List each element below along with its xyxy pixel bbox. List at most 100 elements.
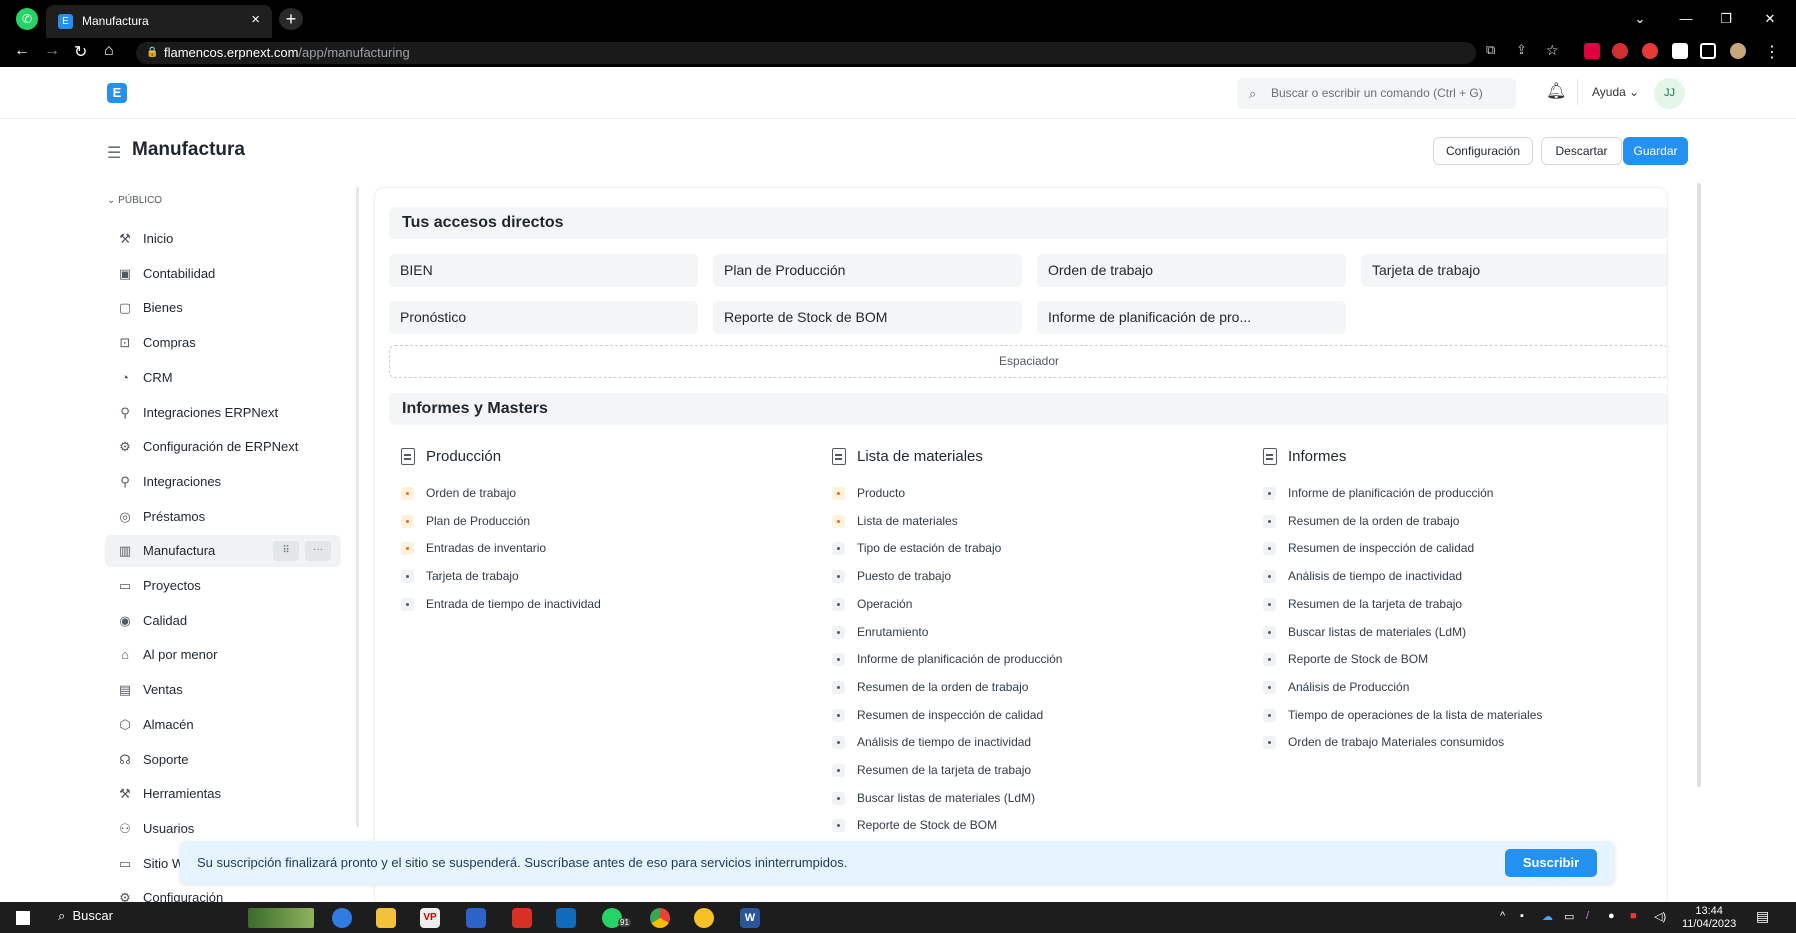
discard-button[interactable]: Descartar: [1541, 137, 1622, 165]
weather-widget-icon[interactable]: [248, 908, 314, 928]
sidebar-item[interactable]: ⚒ Inicio: [105, 223, 341, 255]
shortcut-tile[interactable]: Informe de planificación de pro...: [1037, 301, 1346, 334]
report-link-label: Resumen de la orden de trabajo: [1288, 513, 1460, 528]
new-tab-button[interactable]: +: [279, 8, 303, 30]
tools-icon: ⚒: [119, 231, 131, 246]
bluetooth-tray-icon[interactable]: ●: [1608, 910, 1615, 922]
anydesk-icon[interactable]: [512, 908, 532, 928]
indicator-gray-icon: [1263, 653, 1276, 667]
indicator-orange-icon: [401, 514, 414, 528]
taskbar-search[interactable]: ⌕ Buscar: [58, 908, 113, 924]
windows-start-icon[interactable]: [16, 911, 30, 925]
shortcut-tile[interactable]: Plan de Producción: [713, 254, 1022, 287]
extensions-puzzle-icon[interactable]: [1672, 43, 1688, 59]
home-icon[interactable]: ⌂: [104, 42, 114, 60]
vp-app-icon[interactable]: VP: [420, 908, 440, 928]
remote-desktop-icon[interactable]: [466, 908, 486, 928]
save-button[interactable]: Guardar: [1623, 137, 1688, 165]
network-tray-icon[interactable]: ▭: [1564, 910, 1574, 923]
sidebar-scrollbar[interactable]: [356, 187, 359, 827]
outlook-icon[interactable]: [556, 908, 576, 928]
settings-button[interactable]: Configuración: [1433, 137, 1533, 165]
close-window-icon[interactable]: ✕: [1750, 0, 1790, 38]
word-icon[interactable]: W: [740, 908, 760, 928]
sidebar-item[interactable]: ▤ Ventas: [105, 674, 341, 706]
sidebar-item[interactable]: ⚒ Herramientas: [105, 778, 341, 810]
notifications-icon[interactable]: ▤: [1756, 908, 1769, 925]
sidebar-item[interactable]: ⚲ Integraciones ERPNext: [105, 397, 341, 429]
sidebar-item[interactable]: ⊡ Compras: [105, 327, 341, 359]
indicator-gray-icon: [1263, 514, 1276, 528]
extension-shield-icon[interactable]: [1642, 43, 1658, 59]
adblock-icon[interactable]: [1612, 43, 1628, 59]
report-link-label: Resumen de inspección de calidad: [1288, 541, 1475, 556]
volume-icon[interactable]: ◁): [1654, 910, 1666, 923]
sidebar-section-label[interactable]: ⌄ PÚBLICO: [107, 195, 162, 206]
chat-bubble-icon[interactable]: [694, 908, 714, 928]
share-icon[interactable]: ⇪: [1516, 42, 1527, 58]
bookmark-star-icon[interactable]: ☆: [1546, 42, 1559, 59]
close-tab-icon[interactable]: ×: [251, 11, 260, 28]
minimize-icon[interactable]: —: [1666, 0, 1706, 38]
main-scrollbar[interactable]: [1697, 183, 1701, 787]
chrome-icon[interactable]: [650, 908, 670, 928]
sidebar-item[interactable]: ▢ Bienes: [105, 292, 341, 324]
user-avatar[interactable]: JJ: [1654, 78, 1685, 109]
search-input[interactable]: ⌕ Buscar o escribir un comando (Ctrl + G…: [1237, 78, 1516, 109]
shortcut-tile[interactable]: Pronóstico: [389, 301, 698, 334]
sidebar-item[interactable]: ⚲ Integraciones: [105, 466, 341, 498]
help-dropdown[interactable]: Ayuda ⌄: [1592, 85, 1639, 99]
recording-tray-icon[interactable]: ■: [1630, 910, 1637, 922]
translate-icon[interactable]: ⧉: [1486, 42, 1495, 58]
sidebar-item[interactable]: ▥ Manufactura ⠿ ···: [105, 535, 341, 568]
teams-tray-icon[interactable]: ▪: [1520, 910, 1524, 922]
sidebar-item[interactable]: ⚙ Configuración de ERPNext: [105, 431, 341, 463]
tab-search-chevron-icon[interactable]: ⌄: [1620, 0, 1660, 38]
reload-icon[interactable]: ↻: [74, 42, 87, 62]
notification-bell-icon[interactable]: 🔔︎: [1546, 81, 1566, 101]
restore-icon[interactable]: ❐: [1706, 0, 1746, 38]
drag-handle-icon[interactable]: ⠿: [273, 541, 299, 562]
sidebar-item[interactable]: ⬡ Almacén: [105, 709, 341, 741]
tray-chevron-icon[interactable]: ^: [1500, 910, 1505, 922]
spacer-block[interactable]: Espaciador: [389, 345, 1667, 378]
indicator-gray-icon: [1263, 708, 1276, 722]
file-explorer-icon[interactable]: [376, 908, 396, 928]
report-link-label: Orden de trabajo Materiales consumidos: [1288, 735, 1505, 750]
sidebar-toggle-icon[interactable]: ☰: [107, 143, 121, 163]
sidebar-item-label: Compras: [143, 335, 196, 351]
erpnext-favicon-icon: E: [58, 14, 73, 29]
erpnext-logo[interactable]: E: [107, 83, 127, 103]
report-link-label: Resumen de inspección de calidad: [857, 707, 1044, 722]
shortcut-tile[interactable]: Tarjeta de trabajo: [1361, 254, 1667, 287]
side-panel-icon[interactable]: [1700, 43, 1716, 59]
shortcut-tile[interactable]: Orden de trabajo: [1037, 254, 1346, 287]
sidebar-item[interactable]: ☊ Soporte: [105, 744, 341, 776]
browser-menu-icon[interactable]: ⋮: [1764, 42, 1780, 62]
browser-tab-bar: ✆ E Manufactura × + ⌄ — ❐ ✕: [0, 0, 1796, 38]
extension-red-icon[interactable]: [1584, 43, 1600, 59]
onedrive-icon[interactable]: ☁: [1542, 910, 1553, 923]
profile-avatar-icon[interactable]: [1730, 43, 1746, 59]
more-options-icon[interactable]: ···: [305, 541, 331, 562]
shortcut-tile[interactable]: BIEN: [389, 254, 698, 287]
whatsapp-app-icon[interactable]: ✆: [16, 8, 38, 30]
sidebar-item[interactable]: ▭ Proyectos: [105, 570, 341, 602]
document-icon: [832, 448, 846, 465]
pen-tray-icon[interactable]: /: [1586, 910, 1589, 922]
subscribe-button[interactable]: Suscribir: [1505, 849, 1597, 877]
shortcut-tile[interactable]: Reporte de Stock de BOM: [713, 301, 1022, 334]
forward-icon[interactable]: →: [44, 42, 60, 60]
taskbar-clock[interactable]: 13:44 11/04/2023: [1682, 905, 1736, 931]
url-field[interactable]: 🔒 flamencos.erpnext.com/app/manufacturin…: [136, 42, 1476, 64]
url-host: flamencos.erpnext.com: [164, 45, 299, 60]
browser-tab[interactable]: E Manufactura ×: [46, 5, 272, 38]
edge-browser-icon[interactable]: [332, 908, 352, 928]
sidebar-item[interactable]: ◎ Préstamos: [105, 501, 341, 533]
sidebar-item[interactable]: ▣ Contabilidad: [105, 258, 341, 290]
quality-icon: ◉: [119, 612, 131, 628]
back-icon[interactable]: ←: [14, 42, 30, 60]
sidebar-item[interactable]: ⌂ Al por menor: [105, 639, 341, 671]
sidebar-item[interactable]: ◉ Calidad: [105, 605, 341, 637]
sidebar-item[interactable]: ◔ CRM: [105, 362, 341, 394]
